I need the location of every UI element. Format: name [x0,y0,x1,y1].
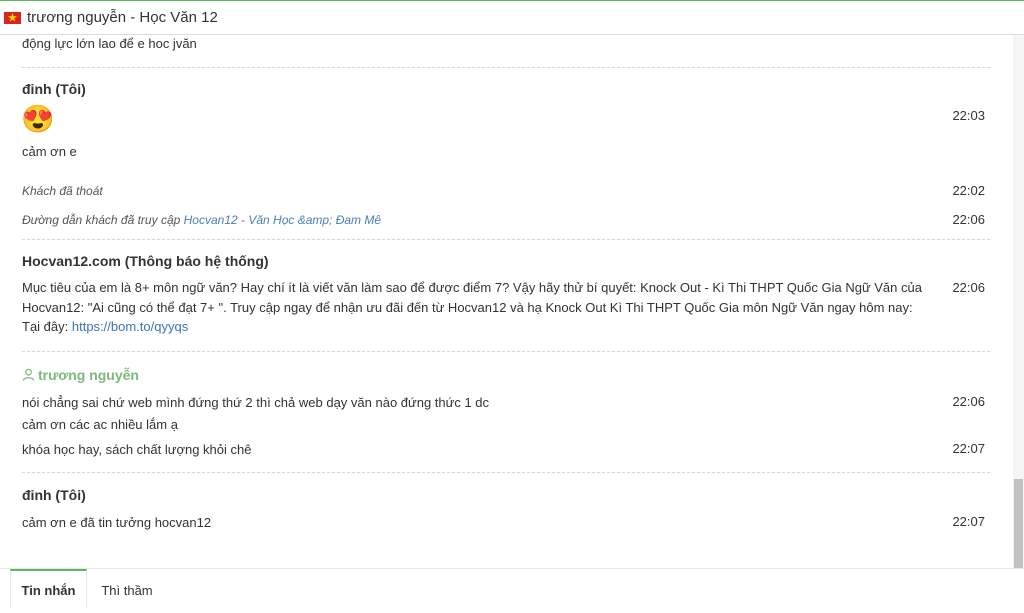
message-time: 22:06 [952,280,985,295]
vietnam-flag-icon [4,12,21,24]
announcement-line: Hocvan12: "Ai cũng có thể đạt 7+ ". Truy… [22,299,913,315]
visitor-name: trương nguyễn [22,367,139,384]
sender-name: đinh (Tôi) [22,487,86,503]
message-separator [22,67,990,68]
announcement-line: Mục tiêu của em là 8+ môn ngữ văn? Hay c… [22,280,922,295]
message-text: cảm ơn các ac nhiều lắm ạ [22,417,178,432]
chat-title: trương nguyễn - Học Văn 12 [27,9,218,26]
heart-eyes-emoji-icon: 😍 [21,104,55,134]
user-icon [22,368,35,384]
chat-header: trương nguyễn - Học Văn 12 [0,0,1024,35]
visited-page-link[interactable]: Hocvan12 - Văn Học &amp; Đam Mê [184,213,381,227]
visitor-url-message: Đường dẫn khách đã truy cập Hocvan12 - V… [22,213,381,227]
tab-messages[interactable]: Tin nhắn [10,569,87,608]
message-separator [22,239,990,240]
message-time: 22:03 [952,108,985,123]
url-prefix: Đường dẫn khách đã truy cập [22,213,181,227]
message-time: 22:06 [952,394,985,409]
message-separator [22,472,990,473]
message-time: 22:07 [952,441,985,456]
tab-whisper[interactable]: Thì thầm [92,569,162,608]
scrollbar-thumb[interactable] [1014,479,1023,568]
system-announcement: Mục tiêu của em là 8+ môn ngữ văn? Hay c… [22,278,932,337]
message-time: 22:06 [952,212,985,227]
message-text: động lực lớn lao để e hoc jvăn [22,36,197,51]
tab-bar: Tin nhắn Thì thầm [0,568,1024,608]
sender-name: Hocvan12.com (Thông báo hệ thống) [22,253,269,269]
scrollbar[interactable] [1013,35,1024,568]
announcement-line: Tại đây: https://bom.to/qyyqs [22,317,932,337]
message-text: nói chẳng sai chứ web mình đứng thứ 2 th… [22,395,490,410]
visitor-name-label: trương nguyễn [38,367,139,383]
message-text: cảm ơn e đã tin tưởng hocvan12 [22,515,212,530]
system-message: Khách đã thoát [22,184,103,198]
message-time: 22:02 [952,183,985,198]
message-text: khóa học hay, sách chất lượng khỏi chê [22,442,252,457]
sender-name: đinh (Tôi) [22,81,86,97]
message-separator [22,351,990,352]
message-list[interactable]: động lực lớn lao để e hoc jvăn đinh (Tôi… [0,35,1012,568]
promo-link[interactable]: https://bom.to/qyyqs [72,319,188,334]
announcement-prefix: Tại đây: [22,319,72,334]
message-text: cảm ơn e [22,144,77,159]
message-time: 22:07 [952,514,985,529]
